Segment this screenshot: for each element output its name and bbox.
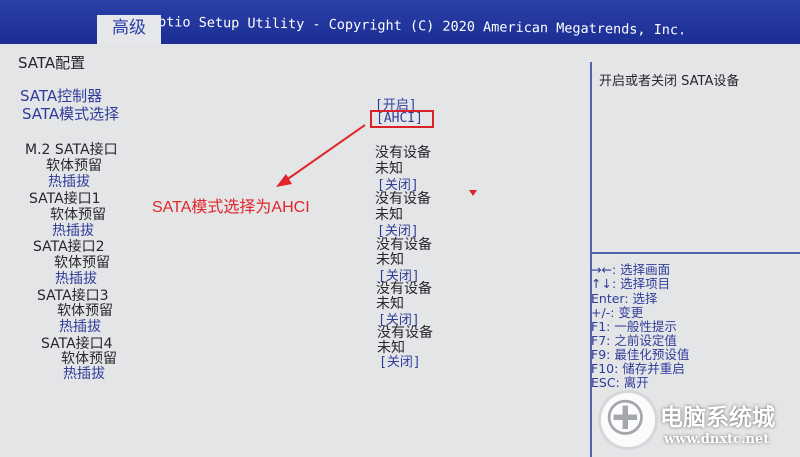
- annotation-label: SATA模式选择为AHCI: [152, 199, 310, 216]
- hotplug-label[interactable]: 热插拔: [63, 363, 105, 383]
- sata-mode-label[interactable]: SATA模式选择: [22, 103, 119, 124]
- watermark-logo-icon-glyph: [607, 399, 643, 435]
- annotation-highlight-box: [370, 110, 434, 128]
- watermark-text: 电脑系统城: [660, 405, 775, 431]
- tab-advanced[interactable]: 高级: [97, 15, 161, 44]
- watermark-url: www.dnxtc.net: [664, 432, 770, 447]
- section-title: SATA配置: [18, 54, 86, 72]
- panel-divider-horizontal: [592, 252, 800, 254]
- watermark-logo-icon: [598, 390, 658, 450]
- marker-icon: [469, 190, 477, 196]
- hotplug-value[interactable]: [关闭]: [379, 351, 421, 370]
- header-title: Aptio Setup Utility - Copyright (C) 2020…: [149, 14, 687, 39]
- key-hint: ESC: 离开: [591, 375, 649, 390]
- bios-header-bar: Aptio Setup Utility - Copyright (C) 2020…: [0, 0, 800, 44]
- help-description: 开启或者关闭 SATA设备: [599, 74, 740, 89]
